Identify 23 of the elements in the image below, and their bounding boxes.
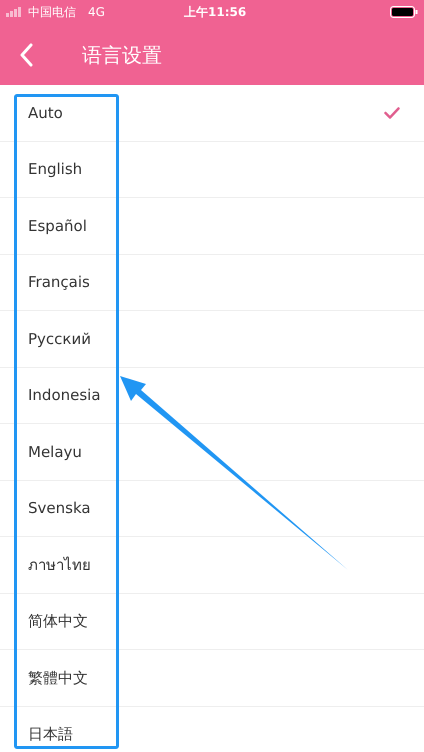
page-title: 语言设置 xyxy=(82,42,162,68)
language-label: Français xyxy=(28,272,91,293)
language-item[interactable]: Français xyxy=(0,254,424,311)
language-label: 简体中文 xyxy=(28,611,89,632)
carrier-name: 中国电信 xyxy=(28,4,76,21)
language-label: Melayu xyxy=(28,442,83,462)
language-label: Auto xyxy=(28,102,64,124)
language-item[interactable]: Indonesia xyxy=(0,368,424,424)
status-time: 上午11:56 xyxy=(184,4,246,21)
language-label: 繁體中文 xyxy=(28,668,89,688)
language-label: Español xyxy=(28,216,88,236)
language-item[interactable]: 简体中文 xyxy=(0,594,424,650)
language-label: Русский xyxy=(28,328,92,350)
language-item[interactable]: English xyxy=(0,142,424,198)
language-label: Indonesia xyxy=(28,385,102,406)
language-label: Svenska xyxy=(28,498,92,519)
language-label: English xyxy=(28,159,84,180)
language-item[interactable]: Svenska xyxy=(0,480,424,537)
back-icon xyxy=(19,42,33,66)
network-type: 4G xyxy=(88,4,105,21)
language-label: 日本語 xyxy=(28,724,74,745)
battery-icon xyxy=(390,6,418,18)
language-label: ภาษาไทย xyxy=(28,554,92,576)
